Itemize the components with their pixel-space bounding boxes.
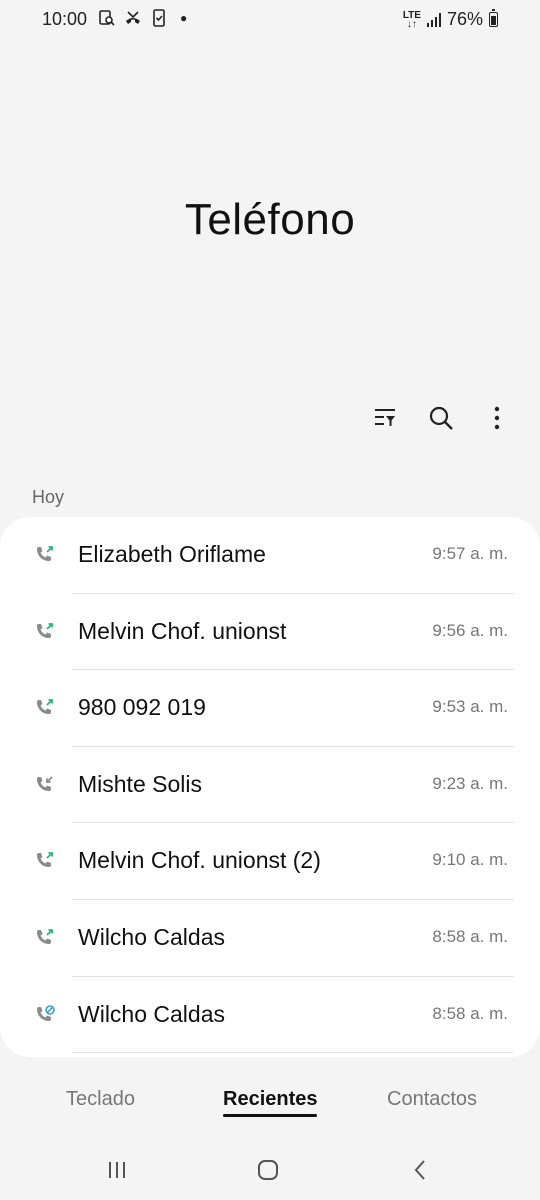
system-nav-bar [0,1140,540,1200]
recent-calls-list: Elizabeth Oriflame 9:57 a. m. Melvin Cho… [0,517,540,1057]
tab-contacts[interactable]: Contactos [387,1088,477,1111]
battery-icon [489,9,498,27]
call-row[interactable]: Wilcho Caldas 8:58 a. m. [0,900,540,977]
back-icon [414,1160,425,1180]
recent-apps-button[interactable] [102,1158,132,1182]
network-type: LTE ↓↑ [402,9,421,30]
page-title: Teléfono [184,195,356,244]
section-header-today: Hoy [32,487,65,507]
tab-keypad[interactable]: Teclado [66,1088,135,1111]
call-time: 9:23 a. m. [432,773,508,793]
notification-dot: ● [180,11,188,25]
call-row[interactable]: Elizabeth Oriflame 9:57 a. m. [0,517,540,594]
search-button[interactable] [428,405,454,431]
call-time: 8:58 a. m. [432,926,508,946]
call-row[interactable]: Melvin Chof. unionst (2) 9:10 a. m. [0,823,540,900]
call-time: 9:10 a. m. [432,850,508,870]
bottom-tabs: Teclado Recientes Contactos [0,1080,540,1124]
call-time: 9:56 a. m. [432,620,508,640]
missed-call-icon [126,11,140,24]
contact-name: Melvin Chof. unionst [78,617,287,644]
contact-name: Wilcho Caldas [78,923,225,950]
outgoing-call-icon [37,929,53,944]
call-row[interactable]: Mishte Solis 9:23 a. m. [0,747,540,824]
call-row[interactable]: 980 092 019 9:53 a. m. [0,670,540,747]
tab-recents[interactable]: Recientes [223,1088,318,1111]
more-options-button[interactable] [484,405,510,431]
phone-check-icon [153,9,165,27]
outgoing-call-icon [37,852,53,868]
outgoing-call-icon [37,546,53,561]
filter-button[interactable] [372,405,398,431]
divider [72,1052,514,1054]
more-options-icon [494,406,500,430]
outgoing-call-icon [37,622,53,638]
outgoing-call-icon [37,699,53,715]
status-time: 10:00 [42,9,88,29]
toolbar [372,405,510,431]
search-icon [429,406,453,430]
status-bar: 10:00 ● LTE ↓↑ 76% [0,0,540,40]
call-time: 9:53 a. m. [432,697,508,717]
contact-name: Melvin Chof. unionst (2) [78,847,321,874]
active-tab-indicator [223,1114,317,1117]
call-time: 8:58 a. m. [432,1003,508,1023]
contact-name: 980 092 019 [78,694,206,721]
blocked-call-icon [37,1004,55,1021]
contact-name: Wilcho Caldas [78,1000,225,1027]
back-button[interactable] [405,1158,435,1182]
call-row[interactable]: Wilcho Caldas 8:58 a. m. [0,977,540,1054]
battery-percent: 76% [446,9,483,29]
screen-search-icon [99,10,115,26]
home-icon [258,1160,278,1180]
call-time: 9:57 a. m. [432,544,508,563]
contact-name: Elizabeth Oriflame [78,541,266,567]
filter-icon [375,409,395,426]
signal-icon [426,12,441,27]
contact-name: Mishte Solis [78,770,202,797]
incoming-call-icon [37,776,53,791]
status-right: LTE ↓↑ 76% [403,9,498,30]
notification-icons: ● [98,9,187,27]
home-button[interactable] [253,1158,283,1182]
call-row[interactable]: Melvin Chof. unionst 9:56 a. m. [0,594,540,671]
recent-apps-icon [109,1162,125,1178]
